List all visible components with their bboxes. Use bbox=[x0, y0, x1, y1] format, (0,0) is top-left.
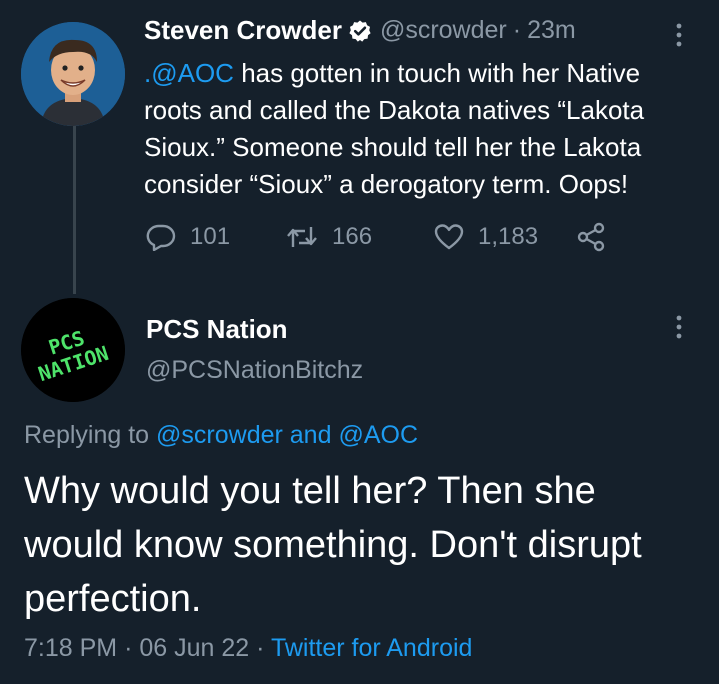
tweet-meta: 7:18 PM · 06 Jun 22 · Twitter for Androi… bbox=[24, 634, 472, 663]
reply-handle[interactable]: @PCSNationBitchz bbox=[146, 356, 363, 385]
share-icon bbox=[577, 222, 605, 252]
separator-dot: · bbox=[512, 16, 522, 44]
reply-icon bbox=[146, 224, 176, 251]
pcs-nation-logo-icon: PCS NATION bbox=[21, 298, 125, 402]
replying-and: and bbox=[289, 421, 332, 449]
meta-dot: · bbox=[124, 634, 133, 662]
replying-to: Replying to @scrowder and @AOC bbox=[24, 421, 418, 450]
reply-count: 101 bbox=[190, 223, 231, 250]
avatar[interactable]: PCS NATION bbox=[21, 298, 125, 402]
tweet-time[interactable]: 7:18 PM bbox=[24, 634, 117, 662]
handle[interactable]: @scrowder bbox=[380, 16, 507, 45]
reply-more-options-button[interactable] bbox=[672, 314, 686, 345]
replying-prefix: Replying to bbox=[24, 421, 150, 449]
like-count: 1,183 bbox=[478, 223, 539, 250]
mention-link[interactable]: .@AOC bbox=[144, 58, 234, 88]
source-link[interactable]: Twitter for Android bbox=[271, 634, 472, 662]
avatar-face-icon bbox=[21, 22, 125, 126]
meta-dot: · bbox=[256, 634, 265, 662]
verified-badge-icon bbox=[348, 19, 372, 43]
more-vertical-icon bbox=[676, 315, 682, 339]
reply-display-name[interactable]: PCS Nation bbox=[146, 314, 288, 345]
display-name[interactable]: Steven Crowder bbox=[144, 15, 342, 46]
like-button[interactable]: 1,183 bbox=[434, 223, 538, 251]
heart-icon bbox=[434, 224, 464, 250]
more-vertical-icon bbox=[676, 23, 682, 47]
replying-user-link[interactable]: @scrowder bbox=[156, 421, 283, 449]
tweet-header: Steven Crowder @scrowder · 23m bbox=[144, 15, 576, 46]
reply-button[interactable]: 101 bbox=[146, 223, 230, 251]
timestamp[interactable]: 23m bbox=[527, 16, 576, 45]
retweet-icon bbox=[287, 227, 317, 247]
avatar[interactable] bbox=[21, 22, 125, 126]
tweet-date[interactable]: 06 Jun 22 bbox=[139, 634, 249, 662]
share-button[interactable] bbox=[576, 222, 606, 257]
retweet-count: 166 bbox=[332, 223, 373, 250]
tweet-text: .@AOC has gotten in touch with her Nativ… bbox=[144, 55, 704, 203]
retweet-button[interactable]: 166 bbox=[286, 223, 372, 251]
reply-tweet-text: Why would you tell her? Then she would k… bbox=[24, 470, 642, 620]
thread-connector-line bbox=[73, 122, 76, 294]
more-options-button[interactable] bbox=[672, 22, 686, 53]
replying-user-link[interactable]: @AOC bbox=[338, 421, 418, 449]
